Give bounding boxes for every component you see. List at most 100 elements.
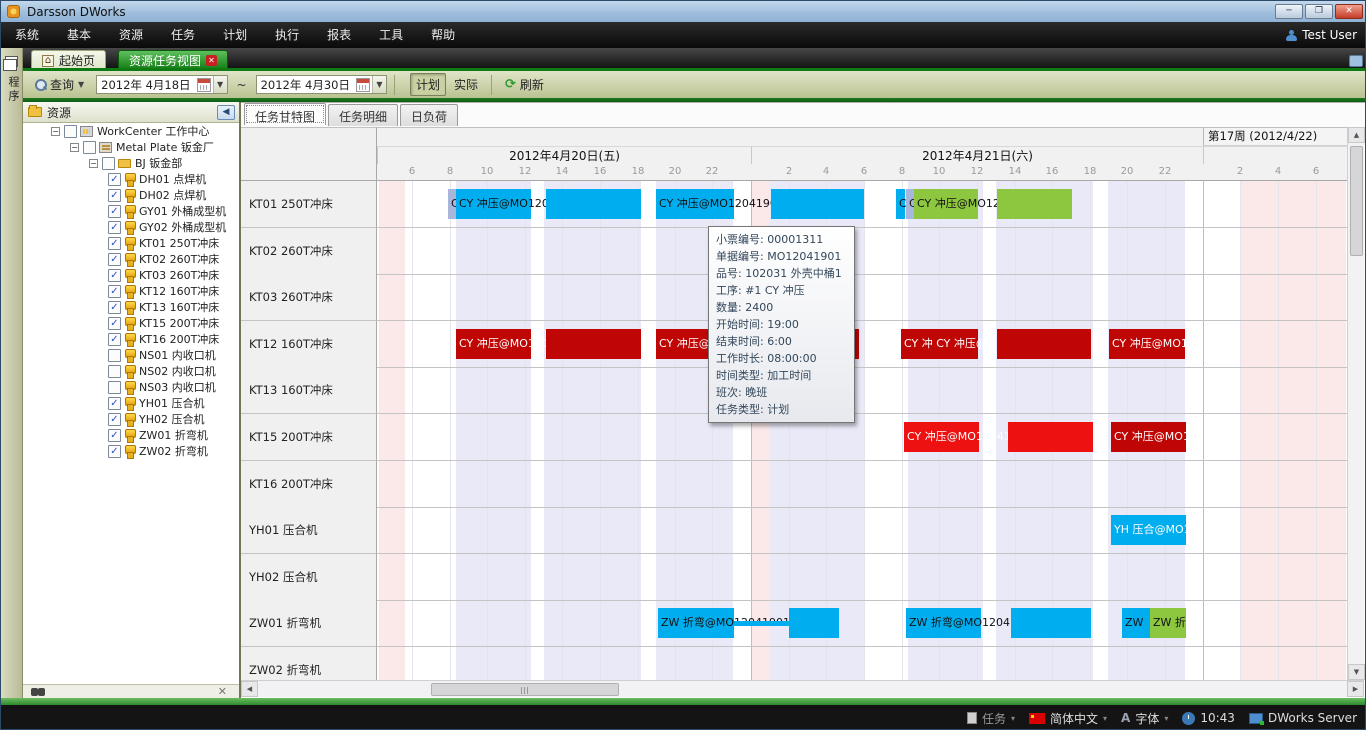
tree-node[interactable]: ✓GY02 外桶成型机 bbox=[23, 219, 239, 235]
menu-item-帮助[interactable]: 帮助 bbox=[417, 22, 469, 48]
tree-node[interactable]: ✓KT12 160T冲床 bbox=[23, 283, 239, 299]
menu-item-计划[interactable]: 计划 bbox=[209, 22, 261, 48]
chevron-down-icon[interactable]: ▾ bbox=[1011, 714, 1015, 723]
date-from-dropdown[interactable]: ▼ bbox=[213, 76, 227, 93]
chevron-down-icon[interactable]: ▼ bbox=[78, 80, 84, 89]
tree-node[interactable]: −Metal Plate 钣金厂 bbox=[23, 139, 239, 155]
tab-resource-task-view[interactable]: 资源任务视图 ✕ bbox=[118, 50, 228, 71]
task-bar[interactable] bbox=[997, 189, 1072, 219]
tree-node[interactable]: ✓KT16 200T冲床 bbox=[23, 331, 239, 347]
task-bar[interactable]: YH 压合@MO1 bbox=[1111, 515, 1186, 545]
task-bar[interactable] bbox=[771, 189, 864, 219]
task-bar[interactable]: ZW bbox=[1122, 608, 1150, 638]
task-bar[interactable]: ZW 折弯@MO12041901 bbox=[906, 608, 981, 638]
close-button[interactable]: ✕ bbox=[1335, 4, 1363, 19]
checkbox-checked[interactable]: ✓ bbox=[108, 285, 121, 298]
task-bar[interactable] bbox=[997, 329, 1091, 359]
checkbox-unchecked[interactable] bbox=[108, 349, 121, 362]
checkbox-checked[interactable]: ✓ bbox=[108, 397, 121, 410]
task-bar[interactable]: CY 冲压@MO12041901 bbox=[456, 189, 531, 219]
task-bar[interactable]: CY 冲压@MO1 bbox=[1111, 422, 1186, 452]
tree-node[interactable]: NS03 内收口机 bbox=[23, 379, 239, 395]
date-to-field[interactable]: 2012年 4月30日 ▼ bbox=[256, 75, 387, 94]
expander-icon[interactable]: − bbox=[89, 159, 98, 168]
tab-home-page[interactable]: ⌂ 起始页 bbox=[31, 50, 106, 71]
scroll-up-arrow[interactable]: ▲ bbox=[1348, 127, 1365, 143]
checkbox-checked[interactable]: ✓ bbox=[108, 205, 121, 218]
date-from-field[interactable]: 2012年 4月18日 ▼ bbox=[96, 75, 227, 94]
tree-node[interactable]: −BJ 钣金部 bbox=[23, 155, 239, 171]
task-bar[interactable]: CY 冲压@MO12041902 bbox=[914, 189, 978, 219]
tree-node[interactable]: ✓ZW02 折弯机 bbox=[23, 443, 239, 459]
checkbox-checked[interactable]: ✓ bbox=[108, 413, 121, 426]
checkbox-unchecked[interactable] bbox=[108, 381, 121, 394]
tree-node[interactable]: ✓KT01 250T冲床 bbox=[23, 235, 239, 251]
collapsed-panel-strip[interactable]: 程序 bbox=[1, 48, 23, 698]
menu-item-工具[interactable]: 工具 bbox=[365, 22, 417, 48]
query-button[interactable]: 查询 ▼ bbox=[29, 73, 90, 96]
status-item-server[interactable]: DWorks Server bbox=[1249, 711, 1357, 725]
tree-node[interactable]: ✓DH02 点焊机 bbox=[23, 187, 239, 203]
checkbox-checked[interactable]: ✓ bbox=[108, 333, 121, 346]
task-bar[interactable] bbox=[1008, 422, 1093, 452]
menu-item-基本[interactable]: 基本 bbox=[53, 22, 105, 48]
task-bar[interactable]: CY 冲压@MO1 bbox=[1109, 329, 1185, 359]
task-bar[interactable]: ZW 折 bbox=[1150, 608, 1186, 638]
plan-toggle-button[interactable]: 计划 bbox=[410, 73, 446, 96]
calendar-icon[interactable] bbox=[197, 78, 211, 92]
refresh-button[interactable]: ⟳ 刷新 bbox=[499, 73, 550, 96]
menu-item-系统[interactable]: 系统 bbox=[1, 22, 53, 48]
scroll-down-arrow[interactable]: ▼ bbox=[1348, 664, 1365, 680]
tree-node[interactable]: −WorkCenter 工作中心 bbox=[23, 123, 239, 139]
task-bar[interactable]: CY 冲压@MO12041904 bbox=[456, 329, 531, 359]
find-icon[interactable] bbox=[31, 688, 38, 696]
checkbox-checked[interactable]: ✓ bbox=[108, 221, 121, 234]
checkbox-checked[interactable]: ✓ bbox=[108, 237, 121, 250]
task-bar[interactable]: ZW 折弯@MO12041901 bbox=[658, 608, 734, 638]
horizontal-scroll-thumb[interactable] bbox=[431, 683, 619, 696]
panel-toggle-icon[interactable] bbox=[1349, 55, 1363, 67]
checkbox-checked[interactable]: ✓ bbox=[108, 173, 121, 186]
tree-collapse-button[interactable]: ◀ bbox=[217, 105, 235, 120]
tree-node[interactable]: ✓YH01 压合机 bbox=[23, 395, 239, 411]
tree-node[interactable]: ✓KT15 200T冲床 bbox=[23, 315, 239, 331]
checkbox-checked[interactable]: ✓ bbox=[108, 253, 121, 266]
checkbox-unchecked[interactable] bbox=[102, 157, 115, 170]
tree-node[interactable]: NS02 内收口机 bbox=[23, 363, 239, 379]
close-icon[interactable]: ✕ bbox=[218, 685, 227, 698]
tree-node[interactable]: ✓YH02 压合机 bbox=[23, 411, 239, 427]
task-bar[interactable] bbox=[546, 189, 641, 219]
vertical-scroll-thumb[interactable] bbox=[1350, 146, 1363, 256]
calendar-icon[interactable] bbox=[356, 78, 370, 92]
tree-node[interactable]: ✓DH01 点焊机 bbox=[23, 171, 239, 187]
maximize-button[interactable]: ❐ bbox=[1305, 4, 1333, 19]
task-bar[interactable]: CY 冲压@MO12041901 bbox=[656, 189, 734, 219]
menu-item-报表[interactable]: 报表 bbox=[313, 22, 365, 48]
gantt-tab-任务甘特图[interactable]: 任务甘特图 bbox=[244, 103, 326, 125]
gantt-tab-任务明细[interactable]: 任务明细 bbox=[328, 104, 398, 126]
expander-icon[interactable]: − bbox=[70, 143, 79, 152]
checkbox-checked[interactable]: ✓ bbox=[108, 429, 121, 442]
task-bar[interactable] bbox=[789, 608, 839, 638]
checkbox-unchecked[interactable] bbox=[64, 125, 77, 138]
scroll-left-arrow[interactable]: ◀ bbox=[241, 681, 258, 697]
task-bar[interactable] bbox=[1011, 608, 1091, 638]
task-bar[interactable] bbox=[734, 621, 789, 626]
user-badge[interactable]: Test User bbox=[1286, 22, 1357, 48]
checkbox-checked[interactable]: ✓ bbox=[108, 189, 121, 202]
chevron-down-icon[interactable]: ▾ bbox=[1164, 714, 1168, 723]
date-to-dropdown[interactable]: ▼ bbox=[372, 76, 386, 93]
task-bar[interactable]: C bbox=[896, 189, 905, 219]
tree-node[interactable]: ✓KT03 260T冲床 bbox=[23, 267, 239, 283]
tree-node[interactable]: ✓GY01 外桶成型机 bbox=[23, 203, 239, 219]
status-item-clock[interactable]: 10:43 bbox=[1182, 711, 1235, 725]
checkbox-unchecked[interactable] bbox=[108, 365, 121, 378]
expander-icon[interactable]: − bbox=[51, 127, 60, 136]
task-bar[interactable]: C bbox=[906, 189, 914, 219]
vertical-scrollbar[interactable]: ▲ ▼ bbox=[1347, 127, 1364, 680]
task-bar[interactable]: CY 冲压@MO12041903 bbox=[904, 422, 979, 452]
status-item-flag[interactable]: 简体中文▾ bbox=[1029, 710, 1107, 727]
scroll-right-arrow[interactable]: ▶ bbox=[1347, 681, 1364, 697]
tree-node[interactable]: NS01 内收口机 bbox=[23, 347, 239, 363]
checkbox-unchecked[interactable] bbox=[83, 141, 96, 154]
